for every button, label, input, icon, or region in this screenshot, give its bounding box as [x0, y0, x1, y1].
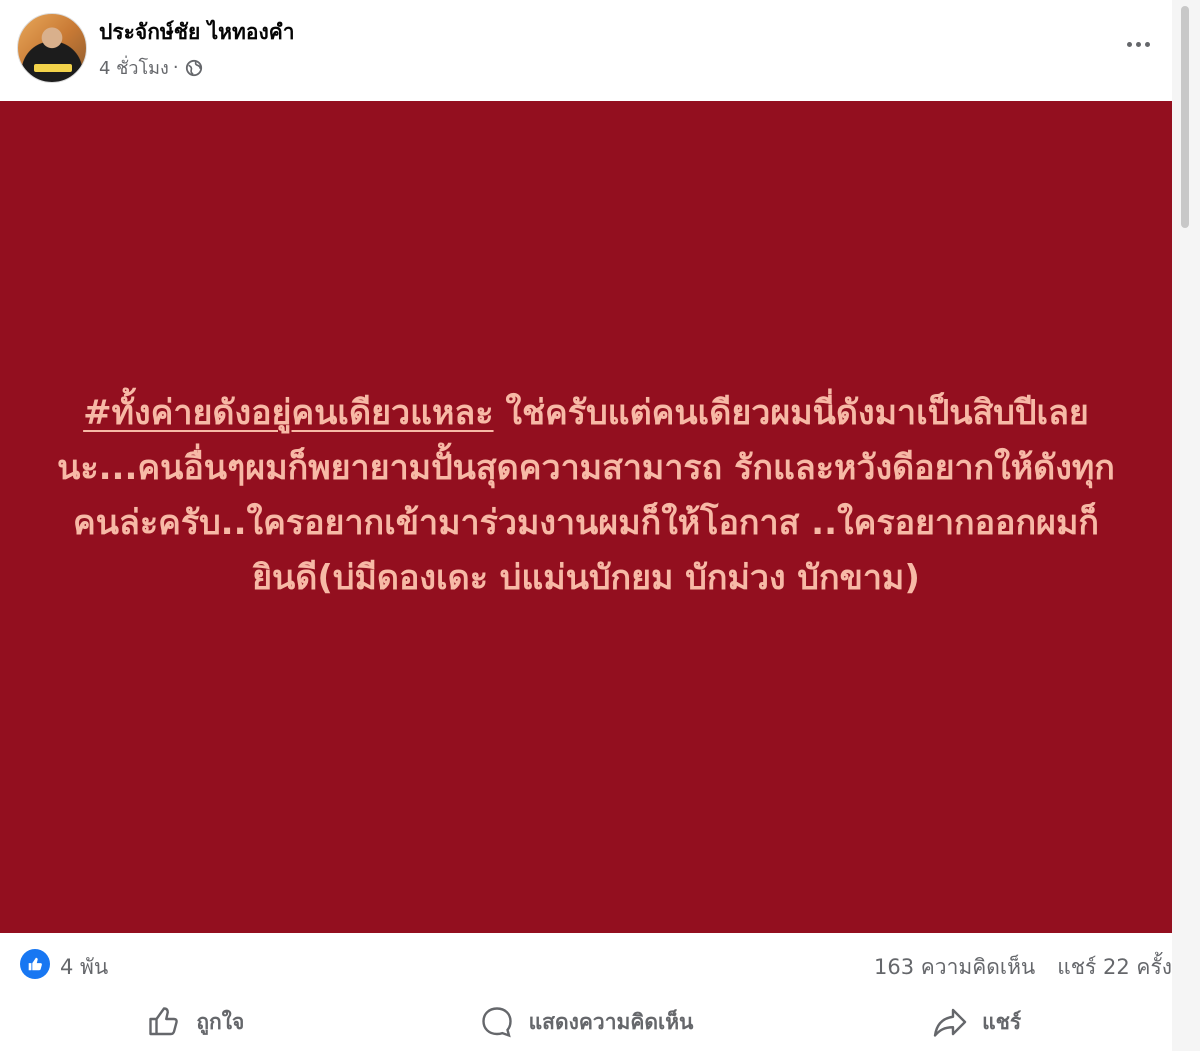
author-name[interactable]: ประจักษ์ชัย ไหทองคำ — [99, 16, 295, 49]
share-button[interactable]: แชร์ — [781, 993, 1172, 1051]
scrollbar-thumb[interactable] — [1181, 6, 1189, 228]
hashtag-link[interactable]: #ทั้งค่ายดังอยู่คนเดียวแหละ — [83, 393, 493, 433]
engagement-stats: 163 ความคิดเห็น แชร์ 22 ครั้ง — [874, 951, 1172, 984]
more-horizontal-icon — [1126, 41, 1150, 47]
like-button[interactable]: ถูกใจ — [0, 993, 391, 1051]
post-time[interactable]: 4 ชั่วโมง — [99, 53, 169, 82]
post-content-background: #ทั้งค่ายดังอยู่คนเดียวแหละ ใช่ครับแต่คน… — [0, 101, 1172, 933]
reaction-count[interactable]: 4 พัน — [60, 951, 108, 984]
avatar-shirt-graphic — [34, 64, 72, 72]
post-meta: 4 ชั่วโมง · — [99, 53, 203, 82]
comment-count[interactable]: 163 ความคิดเห็น — [874, 951, 1035, 984]
reactions-summary: 4 พัน 163 ความคิดเห็น แชร์ 22 ครั้ง — [0, 933, 1172, 993]
comment-button[interactable]: แสดงความคิดเห็น — [391, 993, 782, 1051]
comment-bubble-icon — [481, 1007, 512, 1038]
facebook-post: ประจักษ์ชัย ไหทองคำ 4 ชั่วโมง · #ทั้งค่า… — [0, 0, 1200, 1051]
post-actions: ถูกใจ แสดงความคิดเห็น แชร์ — [0, 993, 1172, 1051]
like-label: ถูกใจ — [196, 1009, 245, 1034]
more-options-button[interactable] — [1118, 26, 1158, 62]
meta-separator: · — [172, 57, 179, 78]
scrollbar[interactable] — [1172, 0, 1200, 1051]
share-count[interactable]: แชร์ 22 ครั้ง — [1057, 951, 1172, 984]
share-label: แชร์ — [982, 1009, 1022, 1034]
post-header: ประจักษ์ชัย ไหทองคำ 4 ชั่วโมง · — [0, 0, 1172, 101]
post-text: #ทั้งค่ายดังอยู่คนเดียวแหละ ใช่ครับแต่คน… — [40, 386, 1132, 606]
share-arrow-icon — [933, 1008, 967, 1037]
thumbs-up-icon — [149, 1007, 179, 1036]
comment-label: แสดงความคิดเห็น — [528, 1009, 694, 1034]
like-icon — [20, 949, 50, 979]
author-avatar[interactable] — [17, 13, 87, 83]
globe-icon[interactable] — [185, 59, 203, 77]
